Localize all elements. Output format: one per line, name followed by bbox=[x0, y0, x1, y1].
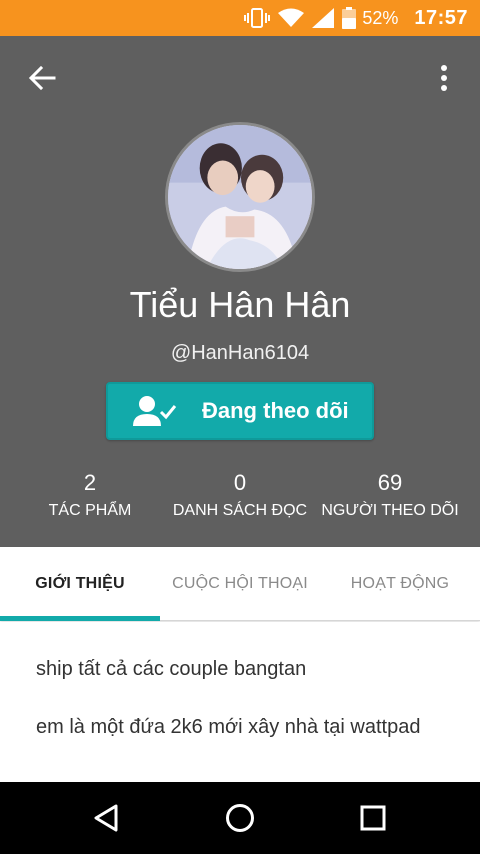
stat-followers[interactable]: 69 NGƯỜI THEO DÕI bbox=[310, 470, 470, 520]
home-circle-icon bbox=[226, 804, 254, 832]
tab-conversations-label: CUỘC HỘI THOẠI bbox=[172, 575, 308, 592]
profile-header: Tiểu Hân Hân @HanHan6104 Đang theo dõi 2… bbox=[0, 36, 480, 547]
stat-reading-lists-value: 0 bbox=[233, 470, 247, 495]
more-vertical-icon bbox=[441, 65, 447, 91]
about-section[interactable]: ship tất cả các couple bangtan em là một… bbox=[0, 622, 480, 782]
profile-tabs: GIỚI THIỆU CUỘC HỘI THOẠI HOẠT ĐỘNG bbox=[0, 547, 480, 621]
user-check-icon bbox=[130, 391, 178, 431]
nav-recents-button[interactable] bbox=[351, 798, 395, 838]
about-line: ship tất cả các couple bangtan bbox=[36, 658, 307, 680]
stat-reading-lists-label: DANH SÁCH ĐỌC bbox=[172, 502, 308, 519]
signal-icon bbox=[312, 6, 335, 30]
stat-works-value: 2 bbox=[83, 470, 97, 495]
tab-conversations[interactable]: CUỘC HỘI THOẠI bbox=[160, 547, 320, 621]
avatar[interactable] bbox=[165, 122, 315, 272]
profile-stats: 2 TÁC PHẨM 0 DANH SÁCH ĐỌC 69 NGƯỜI THEO… bbox=[0, 470, 480, 530]
stat-reading-lists[interactable]: 0 DANH SÁCH ĐỌC bbox=[160, 470, 320, 520]
tab-about[interactable]: GIỚI THIỆU bbox=[0, 547, 160, 621]
active-tab-indicator bbox=[0, 616, 160, 621]
stat-works[interactable]: 2 TÁC PHẨM bbox=[10, 470, 170, 520]
back-button[interactable] bbox=[22, 60, 62, 96]
back-triangle-icon bbox=[94, 804, 118, 832]
system-nav-bar bbox=[0, 782, 480, 854]
profile-name: Tiểu Hân Hân bbox=[129, 284, 351, 325]
battery-icon bbox=[342, 6, 357, 30]
stat-followers-value: 69 bbox=[377, 470, 403, 495]
arrow-left-icon bbox=[28, 65, 56, 91]
stat-works-label: TÁC PHẨM bbox=[48, 502, 132, 519]
tab-about-label: GIỚI THIỆU bbox=[35, 575, 125, 592]
wifi-icon bbox=[278, 6, 305, 30]
battery-percent: 52% bbox=[362, 7, 399, 28]
clock: 17:57 bbox=[414, 6, 468, 29]
stat-followers-label: NGƯỜI THEO DÕI bbox=[321, 502, 459, 519]
tab-activity-label: HOẠT ĐỘNG bbox=[350, 575, 450, 592]
more-options-button[interactable] bbox=[424, 60, 464, 96]
profile-username: @HanHan6104 bbox=[170, 342, 310, 364]
about-line: em là một đứa 2k6 mới xây nhà tại wattpa… bbox=[36, 716, 421, 738]
status-bar: 52% 17:57 bbox=[0, 0, 480, 36]
following-button-label: Đang theo dõi bbox=[202, 398, 349, 423]
following-button[interactable]: Đang theo dõi bbox=[106, 382, 374, 440]
nav-home-button[interactable] bbox=[218, 798, 262, 838]
vibrate-icon bbox=[244, 6, 271, 30]
recents-square-icon bbox=[360, 805, 386, 831]
nav-back-button[interactable] bbox=[84, 798, 128, 838]
tab-activity[interactable]: HOẠT ĐỘNG bbox=[320, 547, 480, 621]
